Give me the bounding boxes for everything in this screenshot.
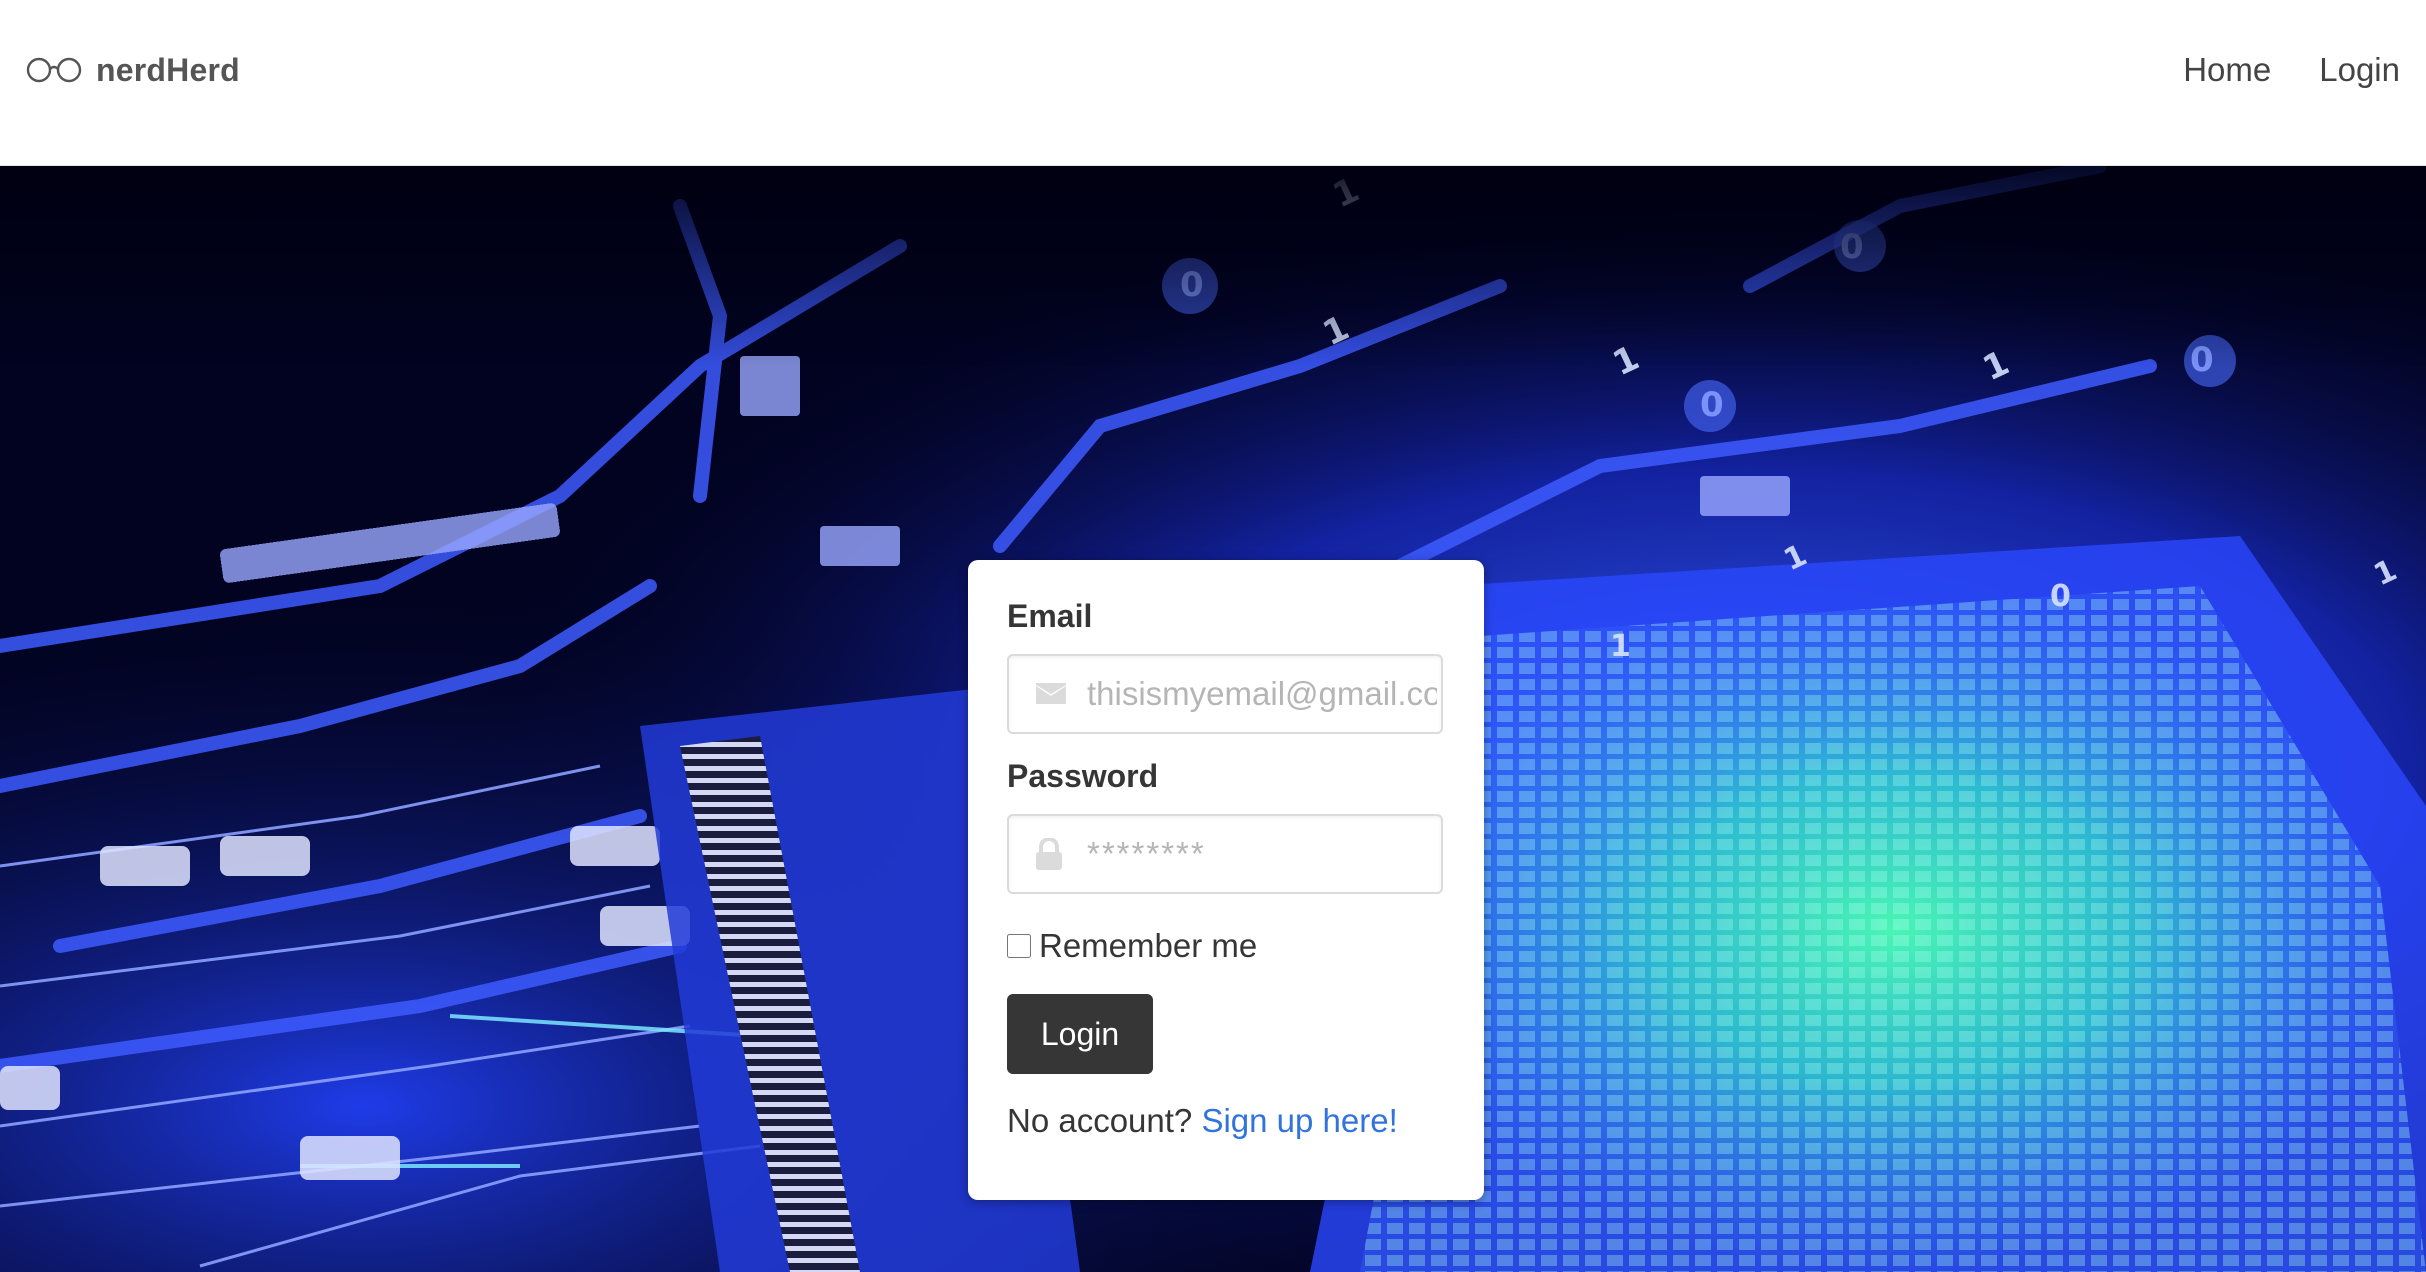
- glasses-icon: [26, 57, 82, 83]
- signup-link[interactable]: Sign up here!: [1201, 1102, 1397, 1139]
- email-field-wrapper: [1007, 654, 1443, 734]
- signup-prompt: No account?: [1007, 1102, 1193, 1139]
- nav-home-link[interactable]: Home: [2183, 51, 2271, 89]
- login-button[interactable]: Login: [1007, 994, 1153, 1074]
- remember-me-row: Remember me: [1007, 927, 1445, 965]
- svg-text:1: 1: [1610, 629, 1631, 664]
- envelope-icon: [1036, 683, 1066, 704]
- password-label: Password: [1007, 758, 1159, 794]
- signup-line: No account? Sign up here!: [1007, 1102, 1445, 1140]
- email-field[interactable]: [1087, 656, 1437, 732]
- login-card: Email Password Remember me Login No acco…: [968, 560, 1484, 1200]
- nav-links: Home Login: [2183, 48, 2400, 92]
- password-field-wrapper: [1007, 814, 1443, 894]
- navbar: nerdHerd Home Login: [0, 0, 2426, 166]
- password-field[interactable]: [1087, 816, 1437, 892]
- nav-login-link[interactable]: Login: [2319, 51, 2400, 89]
- brand-link[interactable]: nerdHerd: [26, 48, 240, 92]
- remember-me-label[interactable]: Remember me: [1039, 927, 1257, 965]
- svg-text:0: 0: [2050, 579, 2071, 614]
- brand-name: nerdHerd: [96, 51, 240, 88]
- lock-icon: [1036, 838, 1062, 870]
- remember-me-checkbox[interactable]: [1007, 934, 1031, 958]
- email-label: Email: [1007, 598, 1093, 634]
